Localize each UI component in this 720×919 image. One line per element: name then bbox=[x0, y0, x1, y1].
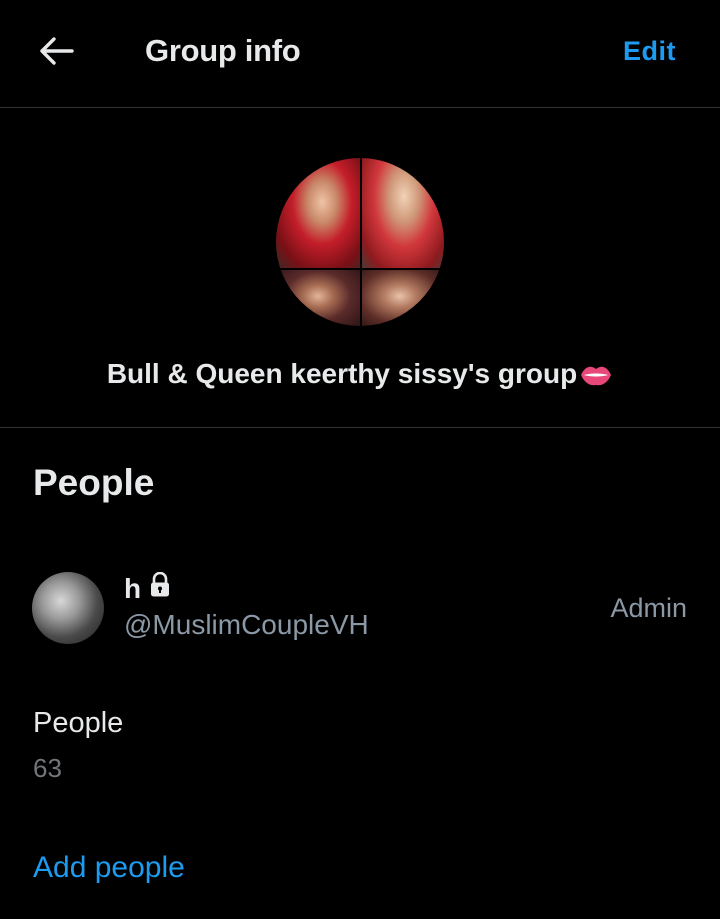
arrow-left-icon bbox=[36, 35, 76, 72]
people-count-label: People bbox=[33, 707, 124, 739]
member-row[interactable]: h @MuslimCoupleVH Admin bbox=[0, 555, 720, 659]
group-avatar[interactable] bbox=[276, 158, 444, 326]
top-bar: Group info Edit bbox=[0, 0, 720, 108]
group-photo-1 bbox=[276, 158, 360, 268]
page-title: Group info bbox=[145, 33, 301, 68]
add-people-button[interactable]: Add people bbox=[33, 851, 185, 885]
back-button[interactable] bbox=[30, 30, 82, 76]
group-summary: Bull & Queen keerthy sissy's group bbox=[0, 108, 720, 428]
group-name: Bull & Queen keerthy sissy's group bbox=[0, 358, 720, 394]
group-photo-2 bbox=[362, 158, 444, 268]
group-photo-3 bbox=[276, 270, 360, 326]
member-handle: @MuslimCoupleVH bbox=[124, 609, 369, 640]
people-count-value: 63 bbox=[33, 753, 62, 783]
lips-icon bbox=[579, 362, 613, 394]
people-heading: People bbox=[33, 462, 155, 503]
member-name: h bbox=[124, 571, 171, 605]
group-photo-4 bbox=[362, 270, 444, 326]
group-name-text: Bull & Queen keerthy sissy's group bbox=[106, 358, 578, 389]
avatar bbox=[32, 572, 104, 644]
member-name-text: h bbox=[124, 572, 142, 604]
edit-button[interactable]: Edit bbox=[623, 36, 676, 67]
lock-icon bbox=[149, 571, 171, 605]
member-role: Admin bbox=[610, 593, 687, 623]
